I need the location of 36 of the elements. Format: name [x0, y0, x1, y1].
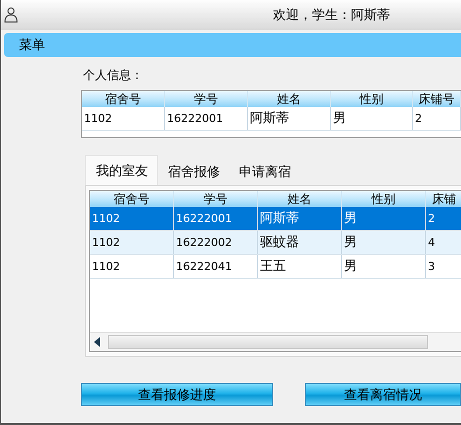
- table-cell: 王五: [258, 255, 342, 278]
- table-cell: 男: [342, 255, 426, 278]
- tab[interactable]: 申请离宿: [229, 159, 300, 185]
- table-cell: 1102: [90, 207, 174, 230]
- tab[interactable]: 我的室友: [85, 155, 158, 185]
- table-cell: 16222002: [174, 231, 258, 254]
- table-cell: 2: [413, 107, 461, 130]
- left-arrow-icon[interactable]: [94, 337, 100, 347]
- tab[interactable]: 宿舍报修: [158, 159, 229, 185]
- horizontal-scrollbar[interactable]: [90, 332, 461, 351]
- table-cell: 3: [426, 255, 461, 278]
- table-cell: 男: [342, 231, 426, 254]
- action-button[interactable]: 查看离宿情况: [305, 383, 461, 406]
- table-cell: 4: [426, 231, 461, 254]
- table-row[interactable]: 1102 16222002 驱蚊器 男 4: [90, 231, 461, 255]
- table-row[interactable]: 1102 16222001 阿斯蒂 男 2: [82, 107, 461, 131]
- table-row[interactable]: 1102 16222001 阿斯蒂 男 2: [90, 207, 461, 231]
- scrollbar-thumb[interactable]: [108, 335, 428, 349]
- table-cell: 男: [331, 107, 413, 130]
- action-button[interactable]: 查看报修进度: [81, 383, 274, 406]
- menu-label[interactable]: 菜单: [19, 36, 45, 54]
- table-cell: 16222041: [174, 255, 258, 278]
- table-cell: 16222001: [165, 107, 248, 130]
- table-cell: 1102: [90, 231, 174, 254]
- table-cell: 1102: [82, 107, 165, 130]
- user-icon: [4, 7, 18, 23]
- table-cell: 驱蚊器: [258, 231, 342, 254]
- table-cell: 16222001: [174, 207, 258, 230]
- table-cell: 男: [342, 207, 426, 230]
- table-cell: 2: [426, 207, 461, 230]
- table-cell: 阿斯蒂: [258, 207, 342, 230]
- window-title: 欢迎，学生：阿斯蒂: [273, 7, 390, 24]
- section-label: 个人信息：: [83, 67, 144, 84]
- table-row[interactable]: 1102 16222041 王五 男 3: [90, 255, 461, 279]
- table-cell: 1102: [90, 255, 174, 278]
- table-cell: 阿斯蒂: [248, 107, 331, 130]
